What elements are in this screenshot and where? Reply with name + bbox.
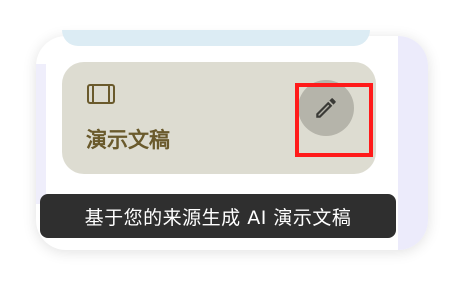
panel-left-strip: [36, 64, 46, 204]
panel-right-strip: [398, 36, 428, 250]
tooltip: 基于您的来源生成 AI 演示文稿: [40, 194, 396, 238]
screenshot-stage: 演示文稿 基于您的来源生成 AI 演示文稿: [0, 0, 464, 286]
card-label: 演示文稿: [86, 128, 170, 152]
slides-icon: [87, 84, 115, 104]
pencil-icon: [316, 98, 336, 118]
previous-card: [62, 30, 370, 46]
edit-button[interactable]: [298, 80, 354, 136]
